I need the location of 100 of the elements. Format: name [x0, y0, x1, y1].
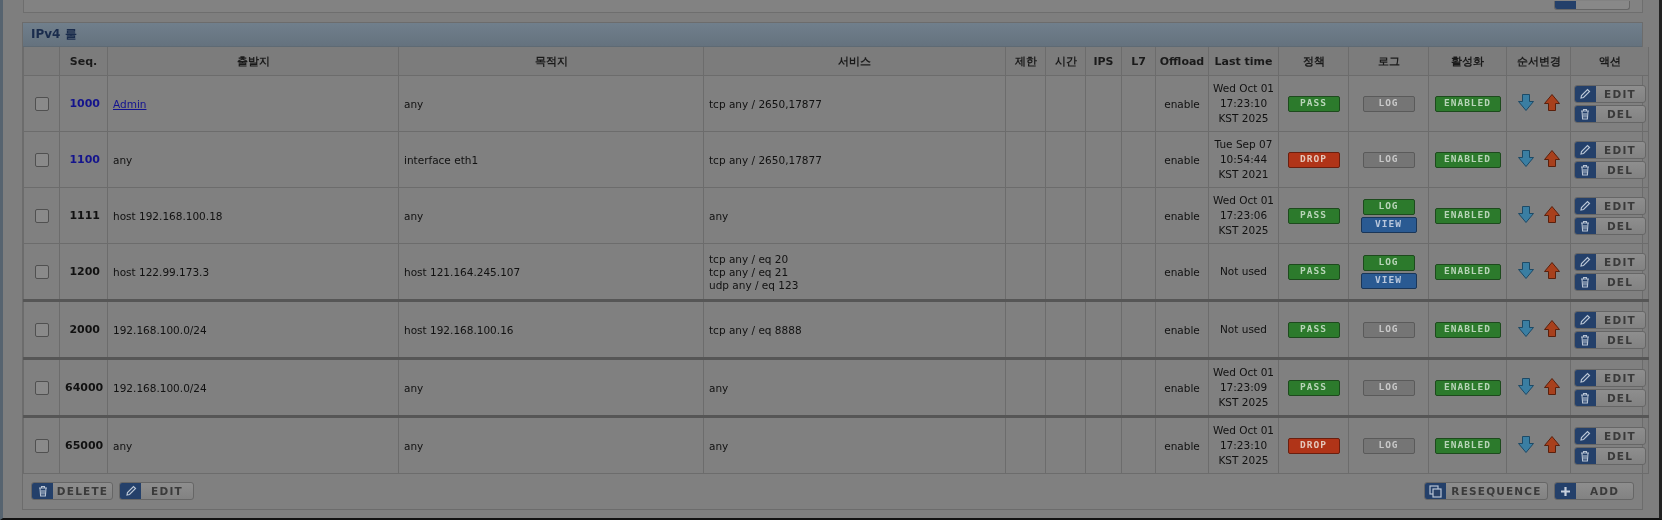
move-up-icon[interactable]	[1543, 436, 1560, 453]
log-button[interactable]: LOG	[1362, 379, 1415, 396]
move-down-icon[interactable]	[1517, 436, 1534, 453]
sequence-number: 1100	[69, 153, 100, 166]
edit-button[interactable]: EDIT	[1573, 252, 1646, 271]
source-text: any	[113, 153, 133, 166]
column-header: Last time	[1214, 54, 1273, 68]
move-up-icon[interactable]	[1543, 320, 1560, 337]
column-header: 로그	[1377, 54, 1400, 68]
service-text: any	[709, 381, 730, 394]
move-up-icon[interactable]	[1543, 150, 1560, 167]
enabled-button[interactable]: ENABLED	[1434, 263, 1501, 280]
move-down-icon[interactable]	[1517, 378, 1534, 395]
cut-off-button[interactable]	[1554, 1, 1630, 10]
edit-button[interactable]: EDIT	[1573, 310, 1646, 329]
pencil-icon	[1579, 199, 1591, 212]
pencil-icon	[1579, 255, 1591, 268]
service-text: tcp any / 2650,17877	[709, 97, 823, 110]
trash-icon	[1579, 275, 1591, 288]
trash-icon	[1579, 219, 1591, 232]
column-header: Seq.	[69, 54, 98, 68]
log-button[interactable]: LOG	[1362, 254, 1415, 271]
delete-button[interactable]: DEL	[1573, 272, 1646, 291]
row-checkbox[interactable]	[34, 152, 49, 167]
source-text: host 122.99.173.3	[113, 265, 210, 278]
column-header: Offload	[1159, 54, 1205, 68]
move-down-icon[interactable]	[1517, 320, 1534, 337]
enabled-button[interactable]: ENABLED	[1434, 207, 1501, 224]
enabled-button[interactable]: ENABLED	[1434, 321, 1501, 338]
last-time-text: Not used	[1220, 322, 1267, 337]
source-link[interactable]: Admin	[113, 97, 147, 110]
offload-text: enable	[1164, 439, 1200, 452]
service-text: tcp any / eq 20	[709, 252, 790, 265]
edit-button[interactable]: EDIT	[1573, 140, 1646, 159]
enabled-button[interactable]: ENABLED	[1434, 95, 1501, 112]
row-checkbox[interactable]	[34, 264, 49, 279]
panel-title: IPv4 룰	[31, 26, 77, 43]
last-time-text: Wed Oct 01 17:23:10 KST 2025	[1212, 81, 1275, 126]
sequence-number: 64000	[65, 381, 104, 394]
enabled-button[interactable]: ENABLED	[1434, 151, 1501, 168]
delete-button[interactable]: DEL	[1573, 446, 1646, 465]
pencil-icon	[1579, 371, 1591, 384]
enabled-button[interactable]: ENABLED	[1434, 437, 1501, 454]
log-button[interactable]: LOG	[1362, 198, 1415, 215]
delete-button[interactable]: DEL	[1573, 160, 1646, 179]
trash-icon	[1579, 391, 1591, 404]
move-down-icon[interactable]	[1517, 262, 1534, 279]
edit-button[interactable]: EDIT	[119, 482, 194, 500]
move-up-icon[interactable]	[1543, 378, 1560, 395]
log-button[interactable]: LOG	[1362, 321, 1415, 338]
move-up-icon[interactable]	[1543, 206, 1560, 223]
destination-text: any	[404, 97, 424, 110]
column-header: 순서변경	[1516, 54, 1561, 68]
copy-icon	[1429, 484, 1442, 498]
service-text: tcp any / eq 21	[709, 265, 790, 278]
delete-button[interactable]: DEL	[1573, 330, 1646, 349]
log-button[interactable]: LOG	[1362, 151, 1415, 168]
log-button[interactable]: LOG	[1362, 437, 1415, 454]
edit-button[interactable]: EDIT	[1573, 426, 1646, 445]
offload-text: enable	[1164, 209, 1200, 222]
row-checkbox[interactable]	[34, 208, 49, 223]
move-down-icon[interactable]	[1517, 150, 1534, 167]
move-down-icon[interactable]	[1517, 206, 1534, 223]
source-text: 192.168.100.0/24	[113, 381, 207, 394]
column-header: 정책	[1302, 54, 1325, 68]
edit-button[interactable]: EDIT	[1573, 84, 1646, 103]
delete-button[interactable]: DEL	[1573, 104, 1646, 123]
move-up-icon[interactable]	[1543, 94, 1560, 111]
trash-icon	[1579, 107, 1591, 120]
delete-button[interactable]: DELETE	[31, 482, 113, 500]
delete-button[interactable]: DEL	[1573, 216, 1646, 235]
view-button[interactable]: VIEW	[1360, 216, 1417, 233]
row-checkbox[interactable]	[34, 438, 49, 453]
row-checkbox[interactable]	[34, 380, 49, 395]
column-header: 목적지	[534, 54, 568, 68]
pencil-icon	[124, 485, 137, 497]
log-button[interactable]: LOG	[1362, 95, 1415, 112]
service-text: tcp any / 2650,17877	[709, 153, 823, 166]
last-time-text: Not used	[1220, 264, 1267, 279]
delete-button[interactable]: DEL	[1573, 388, 1646, 407]
policy-badge: DROP	[1287, 437, 1340, 454]
trash-icon	[1579, 449, 1591, 462]
pencil-icon	[1579, 313, 1591, 326]
edit-button[interactable]: EDIT	[1573, 368, 1646, 387]
offload-text: enable	[1164, 381, 1200, 394]
row-checkbox[interactable]	[34, 96, 49, 111]
destination-text: any	[404, 439, 424, 452]
move-down-icon[interactable]	[1517, 94, 1534, 111]
resequence-button[interactable]: RESEQUENCE	[1424, 482, 1548, 500]
offload-text: enable	[1164, 265, 1200, 278]
enabled-button[interactable]: ENABLED	[1434, 379, 1501, 396]
move-up-icon[interactable]	[1543, 262, 1560, 279]
add-button[interactable]: ADD	[1554, 482, 1634, 500]
edit-button[interactable]: EDIT	[1573, 196, 1646, 215]
source-text: host 192.168.100.18	[113, 209, 223, 222]
view-button[interactable]: VIEW	[1360, 272, 1417, 289]
destination-text: host 192.168.100.16	[404, 323, 514, 336]
sequence-number: 65000	[65, 439, 104, 452]
source-text: 192.168.100.0/24	[113, 323, 207, 336]
row-checkbox[interactable]	[34, 322, 49, 337]
